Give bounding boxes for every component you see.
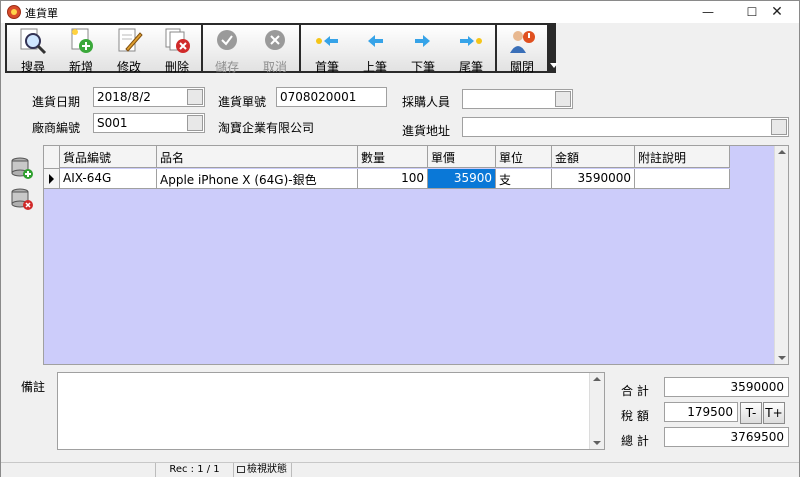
last-record-button[interactable]: 尾筆 [449, 25, 493, 74]
last-arrow-icon [456, 27, 486, 55]
column-header-code[interactable]: 貨品編號 [60, 146, 157, 168]
mode-indicator: 檢視狀態 [234, 463, 292, 477]
memo-label: 備註 [21, 380, 46, 394]
window-title: 進貨單 [25, 7, 58, 20]
subtotal-label: 合 計 [621, 384, 649, 398]
tax-label: 稅 額 [621, 409, 649, 423]
status-cell-empty [1, 463, 156, 477]
order-no-field[interactable]: 0708020001 [276, 87, 387, 107]
date-label: 進貨日期 [32, 95, 81, 109]
total-label: 總 計 [621, 434, 649, 448]
minimize-button[interactable]: — [686, 1, 730, 23]
toolbar-group-save: 儲存 取消 [203, 25, 299, 74]
edit-document-icon [114, 27, 144, 55]
tax-field[interactable]: 179500 [664, 402, 738, 422]
toolbar-group-close: 關閉 [497, 25, 547, 74]
detail-grid: 貨品編號 品名 數量 單價 單位 金額 附註說明 AIX-64G Apple i… [43, 145, 789, 365]
check-icon [212, 27, 242, 55]
current-row-arrow-icon [49, 174, 54, 184]
add-document-icon [66, 27, 96, 55]
total-field[interactable]: 3769500 [664, 427, 789, 447]
tax-plus-button[interactable]: T+ [763, 402, 785, 424]
scroll-up-icon[interactable] [778, 150, 786, 154]
cell-price[interactable]: 35900 [428, 169, 496, 189]
memo-scrollbar[interactable] [589, 373, 604, 449]
right-arrow-icon [408, 27, 438, 55]
cell-name[interactable]: Apple iPhone X (64G)-銀色 [157, 169, 358, 189]
address-label: 進貨地址 [402, 124, 451, 138]
save-button[interactable]: 儲存 [205, 25, 249, 74]
close-button[interactable]: 關閉 [500, 25, 544, 74]
delete-button[interactable]: 刪除 [155, 25, 199, 74]
cell-code[interactable]: AIX-64G [60, 169, 157, 189]
next-record-button[interactable]: 下筆 [401, 25, 445, 74]
cell-qty[interactable]: 100 [358, 169, 428, 189]
toolbar-overflow-icon[interactable] [550, 63, 558, 68]
column-header-amount[interactable]: 金額 [552, 146, 635, 168]
first-arrow-icon [312, 27, 342, 55]
vendor-code-label: 廠商編號 [32, 121, 81, 135]
add-button[interactable]: 新增 [59, 25, 103, 74]
app-icon [7, 5, 21, 19]
memo-textarea[interactable] [57, 372, 605, 450]
toolbar-group-navigation: 首筆 上筆 下筆 尾筆 [301, 25, 495, 74]
grid-icon [237, 465, 245, 473]
calendar-icon[interactable] [187, 89, 203, 105]
cancel-icon [260, 27, 290, 55]
cell-note[interactable] [635, 169, 730, 189]
toolbar: 搜尋 新增 修改 刪除 儲存 取消 首筆 上筆 下筆 尾筆 關閉 [5, 23, 558, 74]
buyer-label: 採購人員 [402, 95, 451, 109]
left-arrow-icon [360, 27, 390, 55]
title-bar: 進貨單 — ☐ ✕ [1, 1, 799, 23]
close-window-button[interactable]: ✕ [755, 1, 799, 23]
tax-minus-button[interactable]: T- [740, 402, 762, 424]
delete-document-icon [162, 27, 192, 55]
cell-unit[interactable]: 支 [496, 169, 552, 189]
column-header-qty[interactable]: 數量 [358, 146, 428, 168]
cancel-button[interactable]: 取消 [253, 25, 297, 74]
column-header-name[interactable]: 品名 [157, 146, 358, 168]
scroll-down-icon[interactable] [778, 356, 786, 360]
search-button[interactable]: 搜尋 [11, 25, 55, 74]
vendor-lookup-icon[interactable] [187, 115, 203, 131]
column-header-unit[interactable]: 單位 [496, 146, 552, 168]
date-field[interactable]: 2018/8/2 [93, 87, 205, 107]
memo-scroll-down-icon[interactable] [593, 441, 601, 445]
status-bar: Rec : 1 / 1 檢視狀態 [1, 462, 799, 477]
first-record-button[interactable]: 首筆 [305, 25, 349, 74]
purchase-window: 進貨單 — ☐ ✕ 搜尋 新增 修改 刪除 儲存 取消 首筆 上筆 下筆 尾筆 … [0, 0, 800, 477]
memo-scroll-up-icon[interactable] [593, 377, 601, 381]
address-field[interactable] [462, 117, 789, 137]
lookup-icon[interactable] [555, 91, 571, 107]
home-icon[interactable] [771, 119, 787, 135]
record-indicator: Rec : 1 / 1 [156, 463, 234, 477]
column-header-price[interactable]: 單價 [428, 146, 496, 168]
edit-button[interactable]: 修改 [107, 25, 151, 74]
column-header-note[interactable]: 附註說明 [635, 146, 730, 168]
magnifier-icon [18, 27, 48, 55]
vendor-code-field[interactable]: S001 [93, 113, 205, 133]
subtotal-field[interactable]: 3590000 [664, 377, 789, 397]
previous-record-button[interactable]: 上筆 [353, 25, 397, 74]
grid-header-corner [44, 146, 60, 169]
grid-scrollbar[interactable] [774, 146, 788, 364]
cell-amount[interactable]: 3590000 [552, 169, 635, 189]
delete-row-icon[interactable] [10, 187, 34, 211]
user-exit-icon [507, 27, 537, 55]
toolbar-group-edit: 搜尋 新增 修改 刪除 [7, 25, 201, 74]
order-no-label: 進貨單號 [218, 95, 267, 109]
row-indicator[interactable] [44, 169, 60, 189]
add-row-icon[interactable] [10, 156, 34, 180]
vendor-name: 淘寶企業有限公司 [218, 121, 315, 135]
buyer-field[interactable] [462, 89, 573, 109]
